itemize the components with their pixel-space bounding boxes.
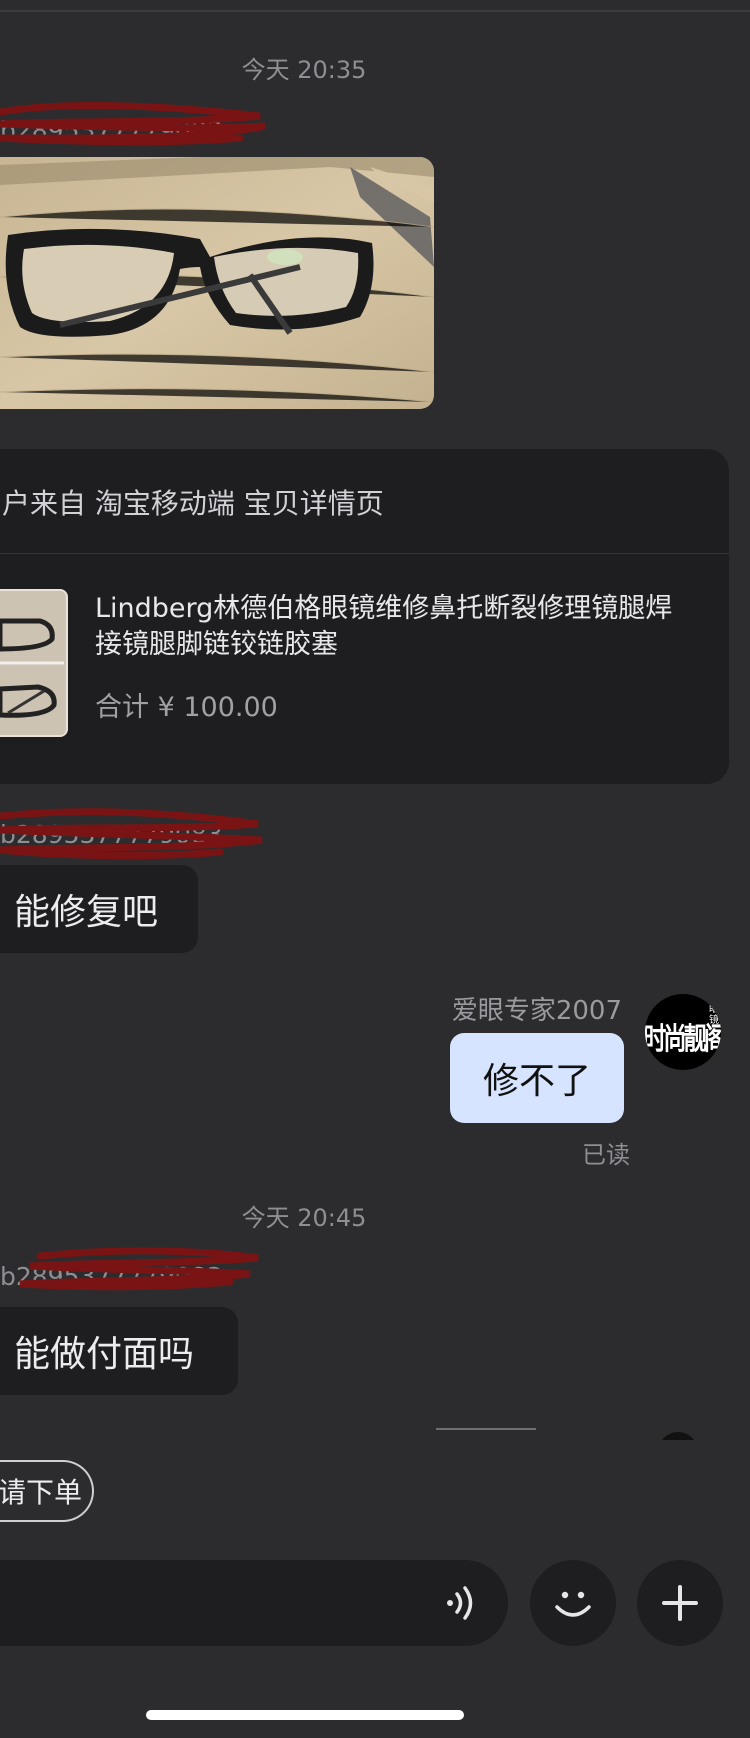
card-source-label: 户来自 淘宝移动端 宝贝详情页 xyxy=(2,487,384,520)
agent-name: 爱眼专家2007 xyxy=(451,996,622,1026)
partial-next-message xyxy=(0,1420,750,1440)
timestamp: 今天 20:35 xyxy=(241,56,367,84)
more-button[interactable] xyxy=(637,1560,723,1646)
home-indicator xyxy=(146,1710,464,1720)
product-card[interactable]: 户来自 淘宝移动端 宝贝详情页 Lindberg林德伯格眼镜维修鼻托断裂修理镜腿… xyxy=(0,449,729,784)
timestamp: 今天 20:45 xyxy=(241,1204,367,1232)
top-divider xyxy=(0,10,750,12)
product-thumbnail-image xyxy=(0,591,64,735)
quick-reply-chip[interactable]: 请下单 xyxy=(0,1460,94,1522)
outgoing-message[interactable]: 修不了 xyxy=(450,1033,624,1123)
incoming-message[interactable]: 能修复吧 xyxy=(0,865,198,953)
smile-icon xyxy=(555,1591,591,1617)
product-total: 合计 ¥ 100.00 xyxy=(95,692,278,723)
cut-off-agent-name xyxy=(436,1428,536,1440)
agent-avatar[interactable]: 时尚靓阁 眼镜 xyxy=(645,994,721,1070)
message-input[interactable] xyxy=(0,1560,508,1646)
card-header: 户来自 淘宝移动端 宝贝详情页 xyxy=(0,449,729,554)
avatar-text: 时尚靓阁 xyxy=(645,1022,721,1057)
voice-icon[interactable] xyxy=(444,1582,486,1624)
customer-name: b2895377779083 xyxy=(0,820,223,849)
read-status: 已读 xyxy=(582,1141,630,1169)
emoji-button[interactable] xyxy=(530,1560,616,1646)
product-thumbnail[interactable] xyxy=(0,589,68,737)
photo-message[interactable] xyxy=(0,157,434,409)
product-title[interactable]: Lindberg林德伯格眼镜维修鼻托断裂修理镜腿焊接镜腿脚链铰链胶塞 xyxy=(95,591,695,663)
avatar-subtext: 眼镜 xyxy=(709,1004,719,1026)
cut-off-avatar xyxy=(658,1432,698,1440)
incoming-message[interactable]: 能做付面吗 xyxy=(0,1307,238,1395)
customer-name: b2895377779083 xyxy=(0,116,223,145)
customer-name: b2895377779083 xyxy=(0,1262,223,1291)
input-panel: 请下单 xyxy=(0,1440,750,1738)
glasses-photo xyxy=(0,157,434,409)
plus-icon xyxy=(662,1585,698,1621)
